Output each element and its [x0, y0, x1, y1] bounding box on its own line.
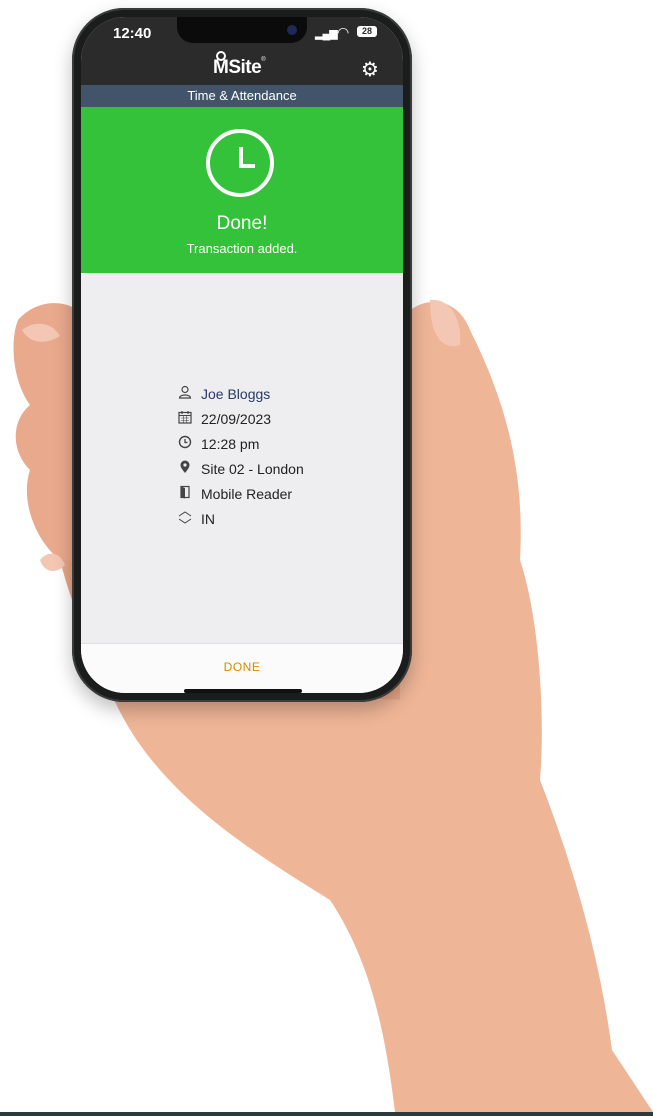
bottom-strip	[0, 1112, 653, 1116]
calendar-icon	[177, 410, 193, 427]
wifi-icon: ◠	[337, 24, 350, 40]
detail-reader: Mobile Reader	[177, 481, 377, 506]
status-bar: 12:40 ▂▄▆ ◠ 28	[81, 17, 403, 55]
detail-direction: IN	[177, 506, 377, 531]
direction-value: IN	[201, 510, 215, 527]
detail-time: 12:28 pm	[177, 431, 377, 456]
detail-date: 22/09/2023	[177, 406, 377, 431]
footer-bar: DONE	[81, 643, 403, 693]
front-camera	[287, 25, 297, 35]
notch	[177, 17, 307, 43]
battery-icon: 28	[357, 26, 377, 37]
signal-icon: ▂▄▆	[315, 28, 338, 40]
success-message: Transaction added.	[186, 241, 298, 256]
logo-registered: ®	[261, 57, 266, 63]
phone-screen: 12:40 ▂▄▆ ◠ 28 MSite® ⚙ Time & Attendanc…	[81, 17, 403, 693]
logo-dot	[216, 51, 226, 61]
success-banner: Done! Transaction added.	[81, 107, 403, 273]
time-value: 12:28 pm	[201, 435, 260, 452]
success-title: Done!	[216, 213, 268, 234]
site-value: Site 02 - London	[201, 460, 304, 477]
page-title: Time & Attendance	[81, 85, 403, 107]
date-value: 22/09/2023	[201, 410, 272, 427]
app-header: MSite® ⚙	[81, 51, 403, 85]
status-time: 12:40	[113, 25, 152, 42]
location-icon	[177, 460, 193, 477]
home-indicator[interactable]	[184, 689, 302, 693]
door-icon	[177, 485, 193, 502]
clock-success-icon	[206, 129, 274, 197]
clock-icon	[177, 435, 193, 452]
user-icon	[177, 385, 193, 402]
gear-icon[interactable]: ⚙	[361, 57, 379, 82]
direction-icon	[177, 510, 193, 527]
detail-site: Site 02 - London	[177, 456, 377, 481]
transaction-details: Joe Bloggs 22/09/2023 12:28 pm Site 02 -…	[177, 381, 377, 531]
detail-user: Joe Bloggs	[177, 381, 377, 406]
user-name: Joe Bloggs	[201, 385, 271, 402]
reader-value: Mobile Reader	[201, 485, 293, 502]
done-button[interactable]: DONE	[224, 660, 261, 674]
msite-logo: MSite®	[213, 51, 266, 79]
